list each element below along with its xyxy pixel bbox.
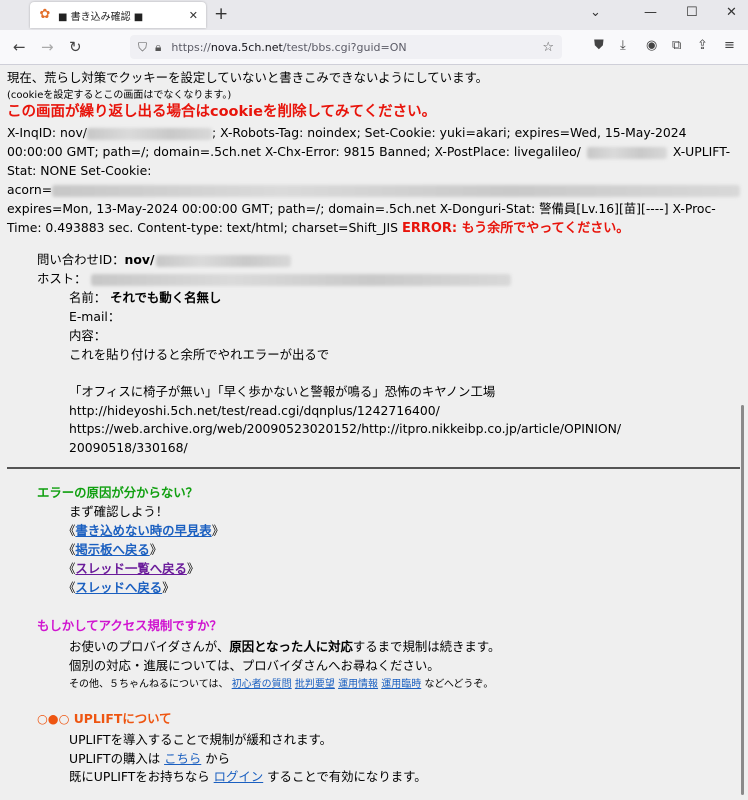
operation-info-link[interactable]: 運用情報 (338, 679, 378, 690)
menu-icon[interactable]: ≡ (724, 38, 735, 53)
host: ホスト： (37, 270, 511, 288)
header-line-1: X-InqID: nov/; X-Robots-Tag: noindex; Se… (7, 125, 687, 140)
post-body-line: https://web.archive.org/web/200905230201… (69, 421, 622, 436)
back-to-thread-link[interactable]: スレッドへ戻る (75, 580, 162, 595)
error-help-heading: エラーの原因が分からない？ (37, 485, 199, 500)
header-line-4: acorn= (7, 181, 741, 199)
header-line-3: Stat: NONE Set-Cookie: (7, 163, 152, 178)
redacted-block (52, 184, 741, 197)
post-body-line: これを貼り付けると余所でやれエラーが出るで (69, 347, 330, 362)
uplift-text-2: UPLIFTの購入は こちら から (69, 751, 230, 766)
minimize-icon[interactable]: — (644, 5, 657, 20)
tab-list-chevron-icon[interactable]: ⌄ (590, 5, 601, 20)
tab-strip: ✿ ■ 書き込み確認 ■ ✕ + ⌄ — ☐ ✕ (0, 0, 748, 30)
share-icon[interactable]: ⇪ (697, 38, 708, 53)
redacted-block (156, 254, 292, 267)
quick-reference-link[interactable]: 書き込めない時の早見表 (75, 523, 211, 538)
notice-line-1: 現在、荒らし対策でクッキーを設定していないと書きこみできないようにしています。 (7, 70, 489, 85)
post-body-line: http://hideyoshi.5ch.net/test/read.cgi/d… (69, 403, 440, 418)
vertical-scrollbar[interactable] (741, 405, 744, 795)
divider (7, 467, 740, 469)
maximize-icon[interactable]: ☐ (686, 5, 698, 20)
close-tab-icon[interactable]: ✕ (189, 9, 198, 22)
uplift-heading: ○●○ UPLIFTについて (37, 711, 172, 726)
post-name: 名前： それでも動く名無し (69, 290, 222, 305)
access-text-1: お使いのプロバイダさんが、原因となった人に対応するまで規制は続きます。 (69, 639, 501, 654)
pocket-icon[interactable]: ⛊ (594, 38, 604, 53)
error-message: ERROR: もう余所でやってください。 (401, 221, 630, 236)
cookie-warning: この画面が繰り返し出る場合はcookieを削除してみてください。 (7, 104, 437, 120)
access-text-3: その他、５ちゃんねるについては、 初心者の質問 批判要望 運用情報 運用臨時 な… (69, 679, 494, 690)
nav-link-row: 《掲示板へ戻る》 (63, 542, 163, 557)
site-favicon-icon: ✿ (39, 7, 51, 22)
extensions-icon[interactable]: ⧉ (672, 38, 681, 53)
address-bar[interactable]: ⛉ 🔒︎ https://nova.5ch.net/test/bbs.cgi?g… (130, 35, 562, 59)
bookmark-star-icon[interactable]: ☆ (542, 40, 554, 55)
close-window-icon[interactable]: ✕ (726, 5, 737, 20)
criticism-requests-link[interactable]: 批判要望 (295, 679, 335, 690)
nav-link-row: 《スレッドへ戻る》 (63, 580, 175, 595)
reload-icon[interactable]: ↻ (69, 38, 82, 56)
lock-icon[interactable]: 🔒︎ (155, 40, 161, 55)
post-body-line: 「オフィスに椅子が無い」「早く歩かないと警報が鳴る」恐怖のキヤノン工場 (69, 384, 496, 399)
account-icon[interactable]: ◉ (646, 38, 657, 53)
beginner-questions-link[interactable]: 初心者の質問 (232, 679, 292, 690)
header-line-2: 00:00:00 GMT; path=/; domain=.5ch.net X-… (7, 144, 731, 159)
redacted-block (86, 127, 212, 140)
uplift-purchase-link[interactable]: こちら (164, 751, 201, 766)
post-body-line: 20090518/330168/ (69, 440, 188, 455)
header-line-6: Time: 0.493883 sec. Content-type: text/h… (7, 220, 630, 236)
back-to-thread-list-link[interactable]: スレッド一覧へ戻る (75, 561, 187, 576)
uplift-text-3: 既にUPLIFTをお持ちなら ログイン することで有効になります。 (69, 769, 427, 784)
page-content: 現在、荒らし対策でクッキーを設定していないと書きこみできないようにしています。 … (0, 65, 748, 800)
uplift-text-1: UPLIFTを導入することで規制が緩和されます。 (69, 732, 332, 747)
uplift-login-link[interactable]: ログイン (214, 769, 264, 784)
tab-title: ■ 書き込み確認 ■ (58, 11, 144, 23)
shield-icon[interactable]: ⛉ (138, 40, 147, 55)
url-text[interactable]: https://nova.5ch.net/test/bbs.cgi?guid=O… (171, 41, 406, 54)
nav-link-row: 《書き込めない時の早見表》 (63, 523, 225, 538)
back-arrow-icon[interactable]: ← (13, 38, 26, 56)
back-to-board-link[interactable]: 掲示板へ戻る (75, 542, 149, 557)
access-restriction-heading: もしかしてアクセス規制ですか？ (37, 618, 222, 633)
operation-temp-link[interactable]: 運用臨時 (381, 679, 421, 690)
post-email: E-mail： (69, 309, 121, 324)
browser-tab[interactable]: ✿ ■ 書き込み確認 ■ ✕ (30, 2, 206, 28)
redacted-block (90, 273, 511, 286)
nav-link-row: 《スレッド一覧へ戻る》 (63, 561, 200, 576)
new-tab-icon[interactable]: + (214, 4, 228, 24)
access-text-2: 個別の対応・進展については、プロバイダさんへお尋ねください。 (69, 658, 440, 673)
downloads-icon[interactable]: ⤓ (620, 38, 626, 53)
forward-arrow-icon[interactable]: → (41, 38, 54, 56)
post-content-label: 内容： (69, 328, 107, 343)
redacted-block (586, 146, 667, 159)
check-text: まず確認しよう！ (69, 504, 169, 519)
navigation-bar: ← → ↻ ⛉ 🔒︎ https://nova.5ch.net/test/bbs… (0, 30, 748, 65)
header-line-5: expires=Mon, 13-May-2024 00:00:00 GMT; p… (7, 201, 716, 216)
inquiry-id: 問い合わせID：nov/ (37, 251, 292, 269)
